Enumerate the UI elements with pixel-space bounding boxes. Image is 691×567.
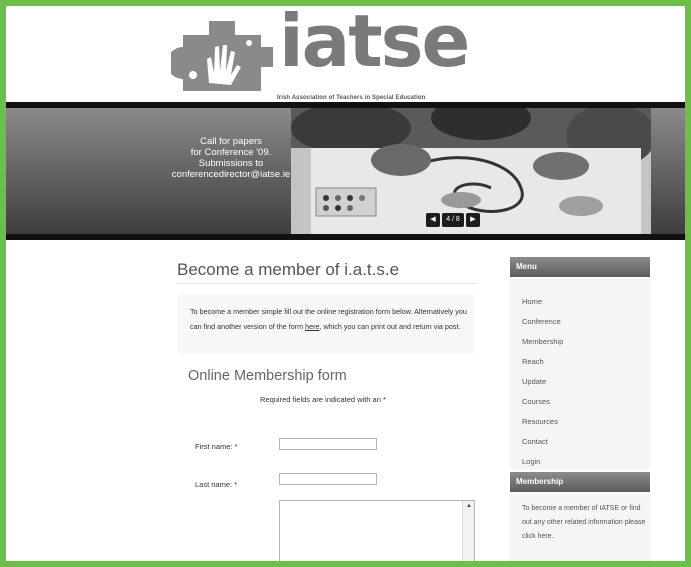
last-name-field[interactable]: [279, 473, 377, 485]
scroll-up-icon[interactable]: ▲: [466, 503, 472, 509]
membership-box: To become a member of IATSE or find out …: [510, 494, 650, 561]
menu-item-courses[interactable]: Courses: [522, 397, 550, 406]
site-logo[interactable]: iatse Irish Association of Teachers in S…: [171, 6, 476, 103]
menu-item-contact[interactable]: Contact: [522, 437, 548, 446]
menu-item-login[interactable]: Login: [522, 457, 540, 466]
address-textarea[interactable]: ▲: [279, 500, 475, 561]
menu-heading: Menu: [510, 257, 650, 277]
logo-text: iatse: [279, 6, 470, 83]
banner-line: Submissions to: [198, 158, 264, 169]
banner-panel: [651, 108, 685, 234]
last-name-label: Last name: *: [195, 480, 238, 489]
logo-subtitle: Irish Association of Teachers in Special…: [277, 95, 426, 101]
intro-text: To become a member simple fill out the o…: [190, 304, 470, 334]
menu-item-membership[interactable]: Membership: [522, 337, 563, 346]
menu-item-update[interactable]: Update: [522, 377, 546, 386]
first-name-field[interactable]: [279, 438, 377, 450]
page: iatse Irish Association of Teachers in S…: [6, 6, 685, 561]
textarea-scrollbar[interactable]: ▲: [462, 501, 474, 561]
form-download-link[interactable]: here: [305, 322, 319, 331]
menu-item-resources[interactable]: Resources: [522, 417, 558, 426]
title-divider: [177, 283, 477, 284]
banner-text[interactable]: Call for papers for Conference '09. Subm…: [156, 136, 306, 180]
prev-arrow-icon[interactable]: ◀: [426, 213, 440, 227]
slideshow-controls: ◀ 4 / 8 ▶: [426, 213, 480, 227]
sidebar-menu: Home Conference Membership Reach Update …: [510, 279, 650, 469]
first-name-label: First name: *: [195, 442, 238, 451]
required-note: Required fields are indicated with an *: [260, 395, 386, 404]
menu-item-reach[interactable]: Reach: [522, 357, 544, 366]
banner-line: Call for papers: [200, 136, 262, 147]
banner: Call for papers for Conference '09. Subm…: [6, 102, 685, 240]
menu-item-conference[interactable]: Conference: [522, 317, 561, 326]
intro-text-part: , which you can print out and return via…: [319, 322, 461, 331]
page-title: Become a member of i.a.t.s.e: [177, 260, 400, 279]
hand-logo-icon: [171, 21, 273, 91]
next-arrow-icon[interactable]: ▶: [466, 213, 480, 227]
form-title: Online Membership form: [188, 368, 347, 384]
intro-box: To become a member simple fill out the o…: [178, 294, 474, 354]
banner-line: for Conference '09.: [190, 147, 272, 158]
banner-email: conferencedirector@iatse.ie: [171, 169, 291, 180]
menu-item-home[interactable]: Home: [522, 297, 542, 306]
slide-counter: 4 / 8: [442, 213, 464, 227]
membership-heading: Membership: [510, 472, 650, 492]
membership-text[interactable]: To become a member of IATSE or find out …: [522, 502, 646, 544]
